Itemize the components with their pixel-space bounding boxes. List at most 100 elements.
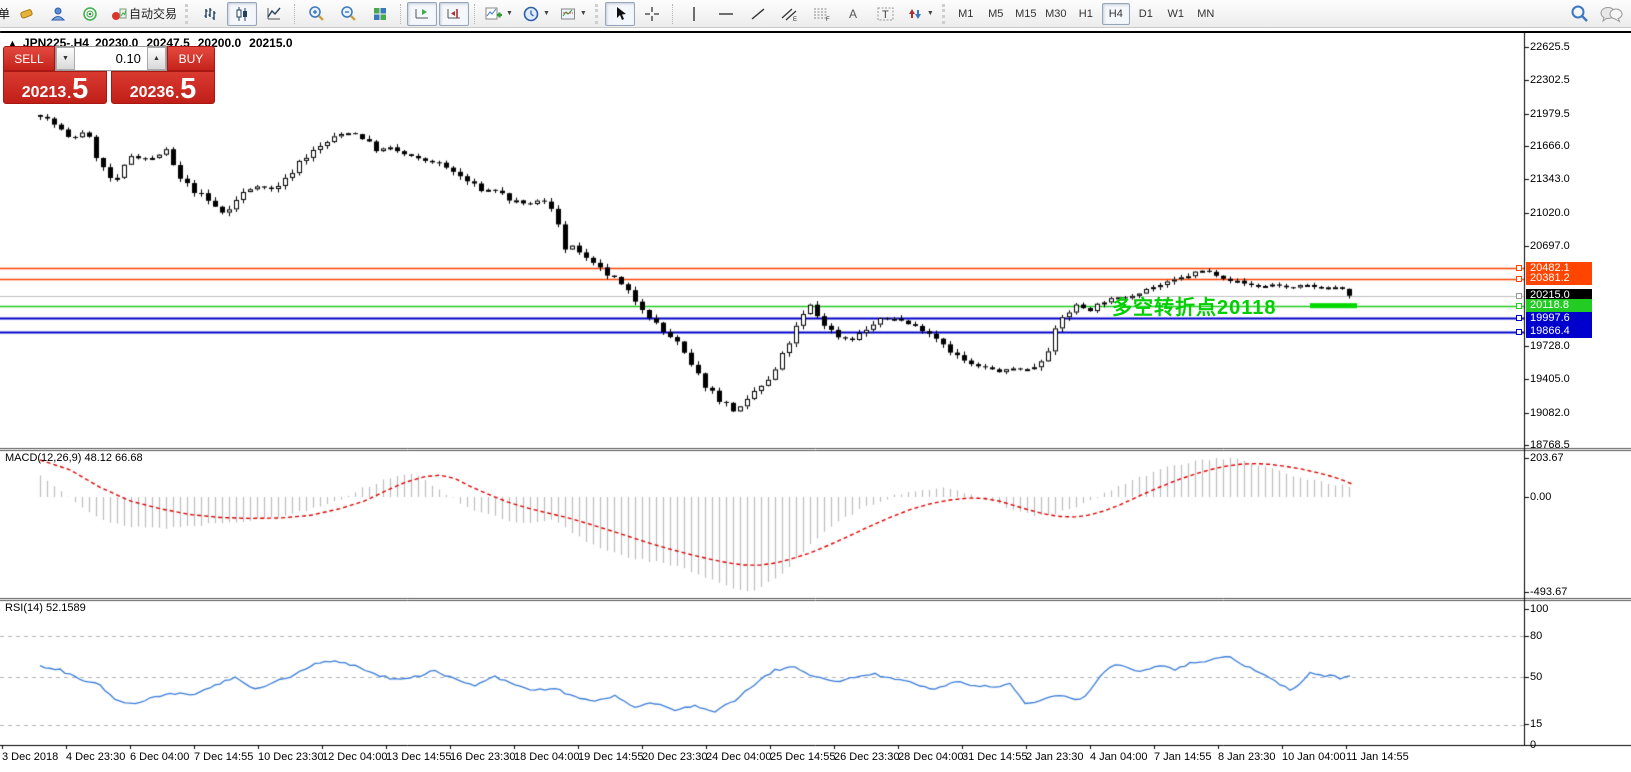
timeframe-M1[interactable]: M1 (952, 3, 980, 25)
cursor-arrow-icon (613, 6, 627, 22)
toolbar-separator (400, 3, 402, 24)
timeframe-W1[interactable]: W1 (1162, 3, 1190, 25)
volume-increase-button[interactable]: ▲ (146, 47, 166, 70)
timeframe-MN[interactable]: MN (1192, 3, 1220, 25)
zoom-out-button[interactable] (333, 2, 363, 26)
line-connector (1516, 292, 1522, 299)
date-axis-label: 8 Jan 23:30 (1218, 751, 1276, 763)
new-order-button[interactable]: 单 (0, 5, 10, 22)
templates-button[interactable]: ▼ (556, 2, 591, 26)
buy-price-dot: . (175, 85, 180, 101)
price-axis-tick: 19728.0 (1530, 340, 1570, 352)
timeframe-H1[interactable]: H1 (1072, 3, 1100, 25)
macd-axis-tick: 203.67 (1530, 452, 1564, 464)
timeframe-M15[interactable]: M15 (1012, 3, 1040, 25)
tile-windows-icon (372, 6, 388, 22)
date-axis-label: 25 Dec 14:55 (770, 751, 836, 763)
vertical-line-button[interactable] (679, 2, 709, 26)
indicators-icon (485, 6, 503, 22)
svg-text:T: T (882, 9, 889, 21)
svg-text:A: A (849, 7, 857, 21)
date-axis-label: 11 Jan 14:55 (1346, 751, 1409, 763)
date-axis-label: 19 Dec 14:55 (578, 751, 644, 763)
date-axis-label: 12 Dec 04:00 (322, 751, 388, 763)
timeframe-group: M1 M5 M15 M30 H1 H4 D1 W1 MN (951, 2, 1221, 25)
channel-button[interactable]: E (775, 2, 805, 26)
toolbar-separator (594, 3, 601, 24)
date-axis-label: 4 Jan 04:00 (1090, 751, 1148, 763)
chat-icon[interactable] (1599, 5, 1623, 23)
text-label-button[interactable]: T (871, 2, 901, 26)
sell-button[interactable]: SELL (3, 46, 55, 71)
dropdown-arrow-icon: ▼ (579, 10, 587, 17)
dropdown-arrow-icon: ▼ (506, 10, 513, 17)
buy-price-pips: 5 (180, 73, 197, 105)
sell-price-dot: . (67, 85, 72, 101)
autotrading-button[interactable]: 自动交易 (107, 2, 181, 26)
volume-decrease-button[interactable]: ▼ (55, 47, 75, 70)
volume-input[interactable] (74, 47, 147, 70)
autotrading-icon (111, 6, 127, 22)
horizontal-line-button[interactable] (711, 2, 741, 26)
fibonacci-button[interactable]: F (807, 2, 837, 26)
bar-chart-button[interactable] (195, 2, 225, 26)
line-connector (1516, 265, 1522, 272)
line-chart-button[interactable] (259, 2, 289, 26)
chart-shift-button[interactable] (439, 1, 470, 26)
cursor-button[interactable] (604, 1, 635, 26)
macd-axis-tick: 0.00 (1530, 491, 1552, 503)
date-axis-label: 4 Dec 23:30 (66, 751, 126, 763)
date-axis-label: 7 Jan 14:55 (1154, 751, 1212, 763)
history-center-button[interactable] (11, 2, 41, 26)
chart-shift-icon (446, 6, 462, 22)
price-line-label: 20381.2 (1526, 272, 1592, 286)
date-axis-label: 3 Dec 2018 (2, 751, 59, 763)
text-icon: A (847, 6, 861, 21)
auto-scroll-button[interactable] (407, 1, 438, 26)
radar-icon (82, 6, 98, 22)
price-line-label: 20118.8 (1526, 299, 1592, 313)
trendline-icon (750, 6, 766, 22)
date-axis-label: 28 Dec 04:00 (898, 751, 964, 763)
crosshair-button[interactable] (637, 2, 667, 26)
line-connector (1516, 315, 1522, 322)
sell-price-display[interactable]: 20213 . 5 (3, 71, 107, 104)
tile-windows-button[interactable] (365, 2, 395, 26)
indicators-button[interactable]: ▼ (481, 2, 517, 26)
timeframe-M30[interactable]: M30 (1042, 3, 1070, 25)
search-icon[interactable] (1569, 4, 1589, 24)
sell-price-pips: 5 (72, 73, 89, 105)
line-connector (1516, 302, 1522, 309)
date-axis-label: 7 Dec 14:55 (194, 751, 254, 763)
chart-canvas[interactable] (0, 33, 1631, 772)
date-axis-label: 6 Dec 04:00 (130, 751, 190, 763)
periods-button[interactable]: ▼ (519, 2, 554, 26)
price-axis-tick: 19082.0 (1530, 406, 1570, 419)
volume-stepper: ▼ ▲ (54, 46, 167, 71)
buy-button[interactable]: BUY (166, 46, 215, 71)
gold-tool-icon (18, 6, 34, 22)
zoom-in-icon (308, 5, 325, 22)
date-axis-label: 13 Dec 14:55 (386, 751, 452, 763)
zoom-in-button[interactable] (301, 2, 331, 26)
alerts-button[interactable] (75, 2, 105, 26)
profile-button[interactable] (43, 2, 73, 26)
candlestick-chart-button[interactable] (227, 1, 258, 26)
arrow-objects-icon (907, 6, 923, 22)
price-line-label: 19997.6 (1526, 311, 1592, 325)
timeframe-D1[interactable]: D1 (1132, 3, 1160, 25)
text-button[interactable]: A (839, 2, 869, 26)
timeframe-H4[interactable]: H4 (1101, 2, 1130, 25)
date-axis-label: 24 Dec 04:00 (706, 751, 772, 763)
profile-icon (50, 6, 66, 22)
fibonacci-icon: F (813, 6, 831, 22)
price-axis-tick: 19405.0 (1530, 373, 1570, 386)
text-label-icon: T (877, 6, 895, 22)
timeframe-M5[interactable]: M5 (982, 3, 1010, 25)
buy-price-display[interactable]: 20236 . 5 (111, 71, 215, 104)
mt4-terminal: 单 自动交易 ▼ ▼ ▼ E F A T ▼ M1 M5 M15 M30 H1 … (0, 0, 1631, 772)
dropdown-arrow-icon: ▼ (926, 10, 934, 17)
trendline-button[interactable] (743, 2, 773, 26)
crosshair-icon (644, 6, 660, 22)
arrows-button[interactable]: ▼ (903, 2, 938, 26)
